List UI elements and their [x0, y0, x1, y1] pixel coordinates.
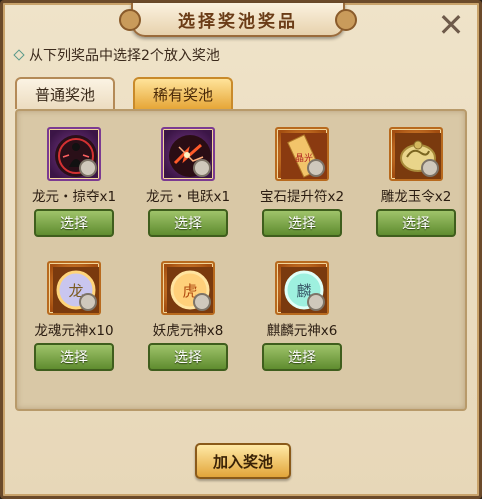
prize-icon-frame[interactable]: 虎 [161, 261, 215, 315]
select-indicator[interactable] [421, 159, 439, 177]
prize-panel: 龙元・掠夺x1 选择 龙元・电跃x1 选择 晶光 宝石提升符x2 选择 雕龙玉令… [15, 109, 467, 411]
select-indicator[interactable] [307, 293, 325, 311]
prize-name: 龙元・掠夺x1 [31, 189, 117, 205]
prize-item: 龙元・掠夺x1 选择 [19, 127, 129, 237]
close-icon[interactable]: ✕ [437, 9, 465, 41]
instruction-text: 从下列奖品中选择2个放入奖池 [29, 48, 220, 64]
prize-name: 雕龙玉令x2 [380, 189, 452, 205]
diamond-bullet-icon [13, 49, 25, 61]
prize-item: 雕龙玉令x2 选择 [361, 127, 471, 237]
dialog-title: 选择奖池奖品 [178, 11, 298, 32]
prize-icon-frame[interactable] [389, 127, 443, 181]
prize-icon-frame[interactable] [47, 127, 101, 181]
choose-button[interactable]: 选择 [262, 343, 342, 371]
tab-normal-pool[interactable]: 普通奖池 [15, 77, 115, 109]
choose-button[interactable]: 选择 [34, 209, 114, 237]
choose-button[interactable]: 选择 [262, 209, 342, 237]
instruction-row: 从下列奖品中选择2个放入奖池 [13, 45, 220, 65]
prize-item: 龙元・电跃x1 选择 [133, 127, 243, 237]
select-indicator[interactable] [79, 159, 97, 177]
select-indicator[interactable] [307, 159, 325, 177]
prize-icon-frame[interactable]: 麟 [275, 261, 329, 315]
prize-icon-frame[interactable]: 龙 [47, 261, 101, 315]
prize-item: 晶光 宝石提升符x2 选择 [247, 127, 357, 237]
choose-button[interactable]: 选择 [376, 209, 456, 237]
prize-icon-frame[interactable]: 晶光 [275, 127, 329, 181]
prize-name: 龙元・电跃x1 [145, 189, 231, 205]
prize-name: 宝石提升符x2 [259, 189, 345, 205]
join-pool-button[interactable]: 加入奖池 [195, 443, 291, 479]
choose-button[interactable]: 选择 [148, 209, 228, 237]
prize-item: 龙 龙魂元神x10 选择 [19, 261, 129, 371]
prize-item: 虎 妖虎元神x8 选择 [133, 261, 243, 371]
select-indicator[interactable] [193, 293, 211, 311]
tab-rare-pool[interactable]: 稀有奖池 [133, 77, 233, 109]
select-indicator[interactable] [79, 293, 97, 311]
prize-name: 龙魂元神x10 [34, 323, 114, 339]
choose-button[interactable]: 选择 [34, 343, 114, 371]
prize-icon-frame[interactable] [161, 127, 215, 181]
select-indicator[interactable] [193, 159, 211, 177]
prize-item: 麟 麒麟元神x6 选择 [247, 261, 357, 371]
choose-button[interactable]: 选择 [148, 343, 228, 371]
prize-selection-dialog: 选择奖池奖品 ✕ 从下列奖品中选择2个放入奖池 普通奖池 稀有奖池 龙元・掠夺x… [0, 0, 482, 499]
title-banner: 选择奖池奖品 [119, 3, 357, 37]
prize-name: 妖虎元神x8 [152, 323, 224, 339]
prize-name: 麒麟元神x6 [266, 323, 338, 339]
